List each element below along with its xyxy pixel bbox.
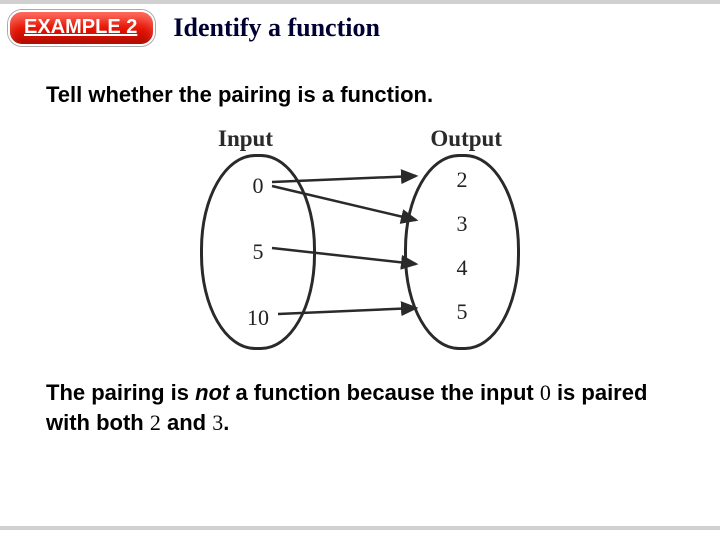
- conclusion-part2: a function because the input: [229, 380, 539, 405]
- conclusion-emph: not: [195, 380, 229, 405]
- output-value-1: 3: [407, 211, 517, 237]
- conclusion-num1: 0: [540, 380, 551, 405]
- bottom-divider: [0, 526, 720, 530]
- input-label: Input: [218, 126, 273, 152]
- output-oval: 2 3 4 5: [404, 154, 520, 350]
- conclusion-part4: and: [161, 410, 212, 435]
- conclusion-part1: The pairing is: [46, 380, 195, 405]
- conclusion-text: The pairing is not a function because th…: [46, 378, 674, 437]
- conclusion-part5: .: [223, 410, 229, 435]
- input-oval: 0 5 10: [200, 154, 316, 350]
- input-value-0: 0: [203, 173, 313, 199]
- output-value-3: 5: [407, 299, 517, 325]
- conclusion-num3: 3: [212, 410, 223, 435]
- conclusion-num2: 2: [150, 410, 161, 435]
- mapping-diagram: Input Output 0 5 10 2 3 4 5: [200, 126, 520, 350]
- input-value-2: 10: [203, 305, 313, 331]
- top-divider: [0, 0, 720, 4]
- instruction-text: Tell whether the pairing is a function.: [46, 82, 720, 108]
- diagram-headers: Input Output: [200, 126, 520, 154]
- output-value-0: 2: [407, 167, 517, 193]
- page-title: Identify a function: [173, 13, 380, 43]
- output-value-2: 4: [407, 255, 517, 281]
- header-row: EXAMPLE 2 Identify a function: [8, 10, 720, 46]
- output-label: Output: [430, 126, 502, 152]
- diagram-ovals: 0 5 10 2 3 4 5: [200, 154, 520, 350]
- example-badge: EXAMPLE 2: [8, 10, 155, 46]
- input-value-1: 5: [203, 239, 313, 265]
